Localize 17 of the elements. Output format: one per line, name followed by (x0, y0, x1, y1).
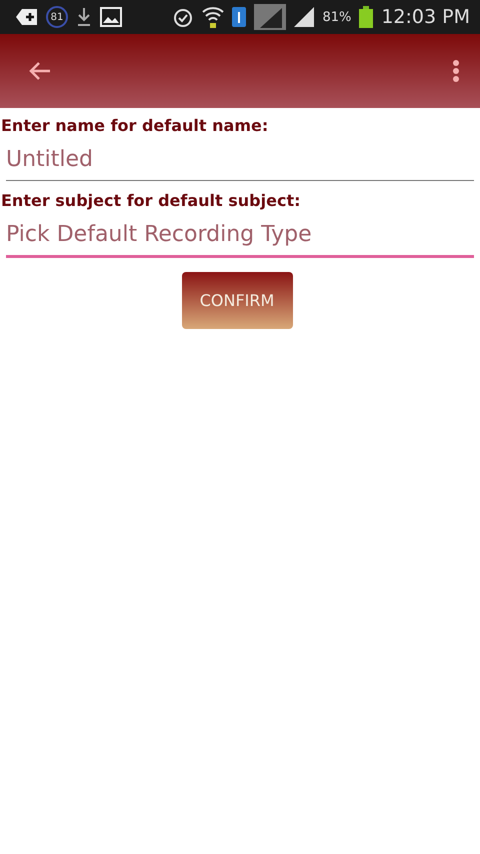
input-field[interactable]: Pick Default Recording Type (6, 216, 474, 258)
download-icon (76, 7, 92, 27)
battery-percentage: 81% (322, 10, 352, 24)
battery-icon (359, 6, 374, 28)
signal-icon (254, 4, 286, 30)
notification-count: 81 (46, 6, 68, 28)
more-vertical-icon (452, 59, 460, 83)
input-field[interactable]: Untitled (6, 141, 474, 181)
field-label: Enter subject for default subject: (0, 191, 302, 210)
image-icon (100, 7, 122, 27)
notification-icon (16, 8, 38, 26)
clock: 12:03 PM (381, 6, 470, 28)
confirm-button[interactable]: CONFIRM (182, 272, 292, 329)
wifi-icon (202, 6, 224, 28)
signal-icon (294, 7, 314, 27)
sim-icon (232, 7, 246, 27)
field-label: Enter name for default name: (0, 116, 270, 135)
